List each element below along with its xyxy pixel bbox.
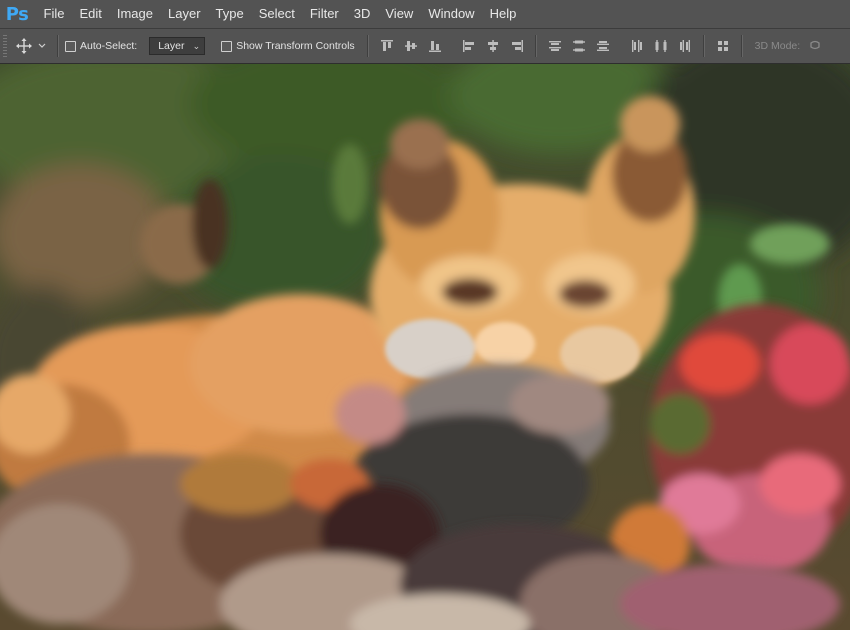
- painted-fox-image: [0, 64, 850, 630]
- align-left-edges-icon: [462, 40, 474, 52]
- show-transform-controls-checkbox[interactable]: [221, 40, 233, 52]
- menu-help[interactable]: Help: [482, 0, 524, 28]
- align-horizontal-centers-button[interactable]: [482, 35, 504, 57]
- align-top-edges-icon: [380, 40, 393, 51]
- chevron-down-icon: ⌄: [192, 41, 201, 51]
- align-bottom-edges-icon: [428, 41, 441, 52]
- auto-select-target-dropdown[interactable]: Layer ⌄: [149, 37, 206, 55]
- auto-select-checkbox[interactable]: [65, 40, 76, 52]
- distribute-top-edges-button[interactable]: [544, 35, 566, 57]
- distribute-bottom-edges-icon: [596, 41, 609, 51]
- align-top-edges-button[interactable]: [376, 35, 398, 57]
- chevron-down-icon: [38, 43, 46, 48]
- auto-select-label: Auto-Select:: [80, 40, 138, 52]
- options-bar-grip[interactable]: [3, 35, 7, 57]
- auto-align-layers-button[interactable]: [712, 35, 734, 57]
- distribute-horizontal-centers-icon: [655, 40, 667, 52]
- menu-3d[interactable]: 3D: [346, 0, 378, 28]
- align-vertical-centers-button[interactable]: [400, 35, 422, 57]
- menu-type[interactable]: Type: [208, 0, 251, 28]
- distribute-bottom-edges-button[interactable]: [592, 35, 614, 57]
- distribute-vertical-centers-icon: [572, 40, 585, 52]
- distribute-horizontal-centers-button[interactable]: [650, 35, 672, 57]
- distribute-right-edges-icon: [679, 40, 690, 52]
- menu-file[interactable]: File: [36, 0, 72, 28]
- photoshop-logo-icon[interactable]: Ps: [2, 0, 32, 28]
- align-horizontal-centers-icon: [487, 40, 498, 52]
- menu-edit[interactable]: Edit: [72, 0, 109, 28]
- menu-select[interactable]: Select: [251, 0, 302, 28]
- tool-preset-picker[interactable]: [15, 37, 51, 55]
- align-right-edges-button[interactable]: [506, 35, 528, 57]
- distribute-vertical-centers-button[interactable]: [568, 35, 590, 57]
- show-transform-controls-label: Show Transform Controls: [236, 40, 355, 52]
- separator: [366, 35, 369, 57]
- align-vertical-centers-icon: [404, 41, 417, 51]
- menu-layer[interactable]: Layer: [161, 0, 209, 28]
- menu-image[interactable]: Image: [109, 0, 160, 28]
- document-canvas[interactable]: [0, 64, 850, 630]
- separator: [740, 35, 743, 57]
- 3d-mode-label: 3D Mode:: [754, 40, 801, 52]
- distribute-right-edges-button[interactable]: [674, 35, 696, 57]
- options-bar: Auto-Select: Layer ⌄ Show Transform Cont…: [0, 29, 850, 64]
- 3d-orbit-icon: [810, 40, 820, 50]
- separator: [702, 35, 705, 57]
- auto-align-layers-icon: [717, 41, 728, 51]
- menu-view[interactable]: View: [378, 0, 421, 28]
- align-right-edges-icon: [511, 40, 523, 52]
- separator: [534, 35, 537, 57]
- auto-select-target-value: Layer: [158, 40, 185, 52]
- menu-bar: Ps File Edit Image Layer Type Select Fil…: [0, 0, 850, 29]
- distribute-left-edges-button[interactable]: [626, 35, 648, 57]
- distribute-left-edges-icon: [631, 40, 642, 52]
- move-tool-icon: [16, 38, 46, 54]
- distribute-top-edges-icon: [548, 41, 561, 51]
- align-left-edges-button[interactable]: [458, 35, 480, 57]
- menu-window[interactable]: Window: [421, 0, 482, 28]
- separator: [57, 35, 59, 57]
- align-bottom-edges-button[interactable]: [424, 35, 446, 57]
- menu-filter[interactable]: Filter: [302, 0, 346, 28]
- 3d-orbit-button[interactable]: [804, 35, 826, 57]
